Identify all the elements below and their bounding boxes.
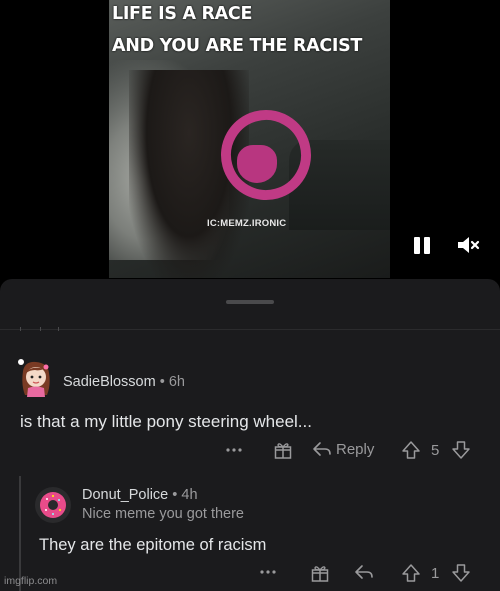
donut-avatar-icon [40, 492, 66, 518]
steering-wheel-hub [237, 145, 277, 183]
pause-icon-bar [424, 237, 430, 254]
avatar[interactable] [35, 487, 71, 523]
award-button[interactable] [273, 440, 293, 460]
meme-caption-line-1: LIFE IS A RACE [112, 4, 253, 24]
user-flair: Nice meme you got there [82, 506, 244, 522]
imgflip-watermark: imgflip.com [4, 575, 58, 587]
upvote-button[interactable]: 1 [401, 563, 439, 583]
pause-button[interactable] [412, 235, 432, 255]
reply-button[interactable]: Reply [312, 440, 374, 458]
reply-label: Reply [336, 440, 375, 458]
upvote-arrow-icon [402, 441, 420, 459]
comment-author[interactable]: SadieBlossom [63, 374, 156, 390]
vote-count: 1 [431, 564, 440, 582]
more-icon [260, 570, 276, 574]
more-options-button[interactable] [258, 564, 278, 578]
video-player[interactable]: LIFE IS A RACE AND YOU ARE THE RACIST IC… [109, 0, 390, 278]
more-options-button[interactable] [224, 442, 244, 456]
comment-author-row: Donut_Police • 4h [82, 487, 198, 503]
avatar[interactable] [17, 359, 55, 399]
reply-button[interactable] [354, 563, 374, 581]
downvote-button[interactable] [451, 440, 471, 460]
reply-arrow-icon [313, 442, 331, 456]
collapsed-divider [0, 327, 500, 331]
speaker-muted-icon [458, 237, 480, 253]
downvote-arrow-icon [452, 441, 470, 459]
comment-age: 6h [168, 374, 185, 390]
sheet-drag-handle[interactable] [226, 300, 274, 304]
award-button[interactable] [310, 563, 330, 583]
downvote-arrow-icon [452, 564, 470, 582]
meme-caption-line-2: AND YOU ARE THE RACIST [112, 36, 363, 56]
pause-icon [414, 237, 420, 254]
upvote-button[interactable]: 5 [401, 440, 439, 460]
comment-author[interactable]: Donut_Police [82, 487, 168, 503]
award-icon [311, 566, 329, 582]
comment-body: They are the epitome of racism [39, 536, 267, 554]
upvote-arrow-icon [402, 564, 420, 582]
comment-age: 4h [181, 487, 198, 503]
mute-button[interactable] [456, 235, 482, 255]
comment-author-row: SadieBlossom • 6h [63, 374, 185, 390]
vote-count: 5 [431, 441, 440, 459]
reply-arrow-icon [355, 565, 373, 579]
thread-line[interactable] [19, 476, 21, 591]
more-icon [226, 448, 242, 452]
downvote-button[interactable] [451, 563, 471, 583]
meta-separator: • [159, 374, 165, 390]
video-watermark: IC:MEMZ.IRONIC [207, 218, 287, 229]
pony-avatar-icon [18, 359, 50, 397]
award-icon [274, 443, 292, 459]
meta-separator: • [172, 487, 178, 503]
comment-body: is that a my little pony steering wheel.… [20, 412, 312, 431]
